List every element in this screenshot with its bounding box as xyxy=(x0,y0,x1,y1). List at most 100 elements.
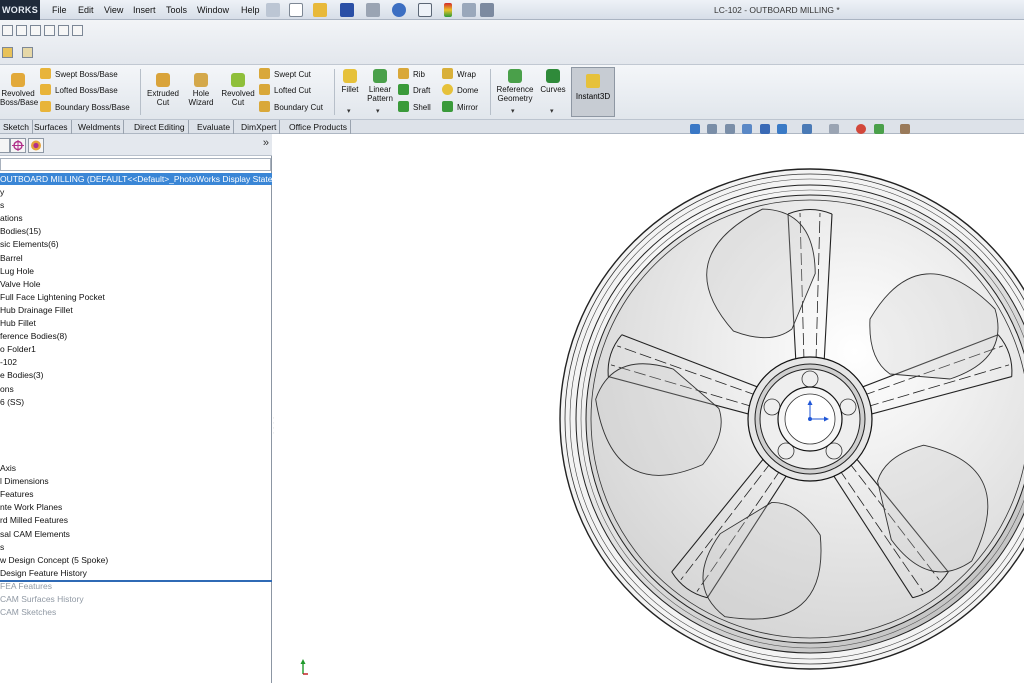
hole-wizard-button[interactable]: Hole Wizard xyxy=(184,73,218,107)
revolved-boss-button[interactable]: Revolved Boss/Base xyxy=(0,73,38,107)
tree-item[interactable]: ations xyxy=(0,212,23,225)
tree-item[interactable]: Features xyxy=(0,488,34,501)
menu-tools[interactable]: Tools xyxy=(166,0,187,20)
toolbar-icon-8[interactable] xyxy=(22,47,33,58)
toolbar-icon-7[interactable] xyxy=(2,47,13,58)
tree-item[interactable]: sic Elements(6) xyxy=(0,238,59,251)
toolbar-icon-1[interactable] xyxy=(2,25,13,36)
rib-button[interactable]: Rib xyxy=(398,67,425,82)
tree-item[interactable]: Hub Drainage Fillet xyxy=(0,304,73,317)
zoom-area-icon[interactable] xyxy=(725,124,735,134)
view-settings-icon[interactable] xyxy=(900,124,910,134)
config-manager-tab-icon[interactable] xyxy=(10,138,26,153)
tree-item[interactable]: Bodies(15) xyxy=(0,225,41,238)
tree-item[interactable]: Hub Fillet xyxy=(0,317,36,330)
menu-help[interactable]: Help xyxy=(241,0,260,20)
curves-button[interactable]: Curves xyxy=(539,69,567,94)
tree-item[interactable]: ference Bodies(8) xyxy=(0,330,67,343)
menu-edit[interactable]: Edit xyxy=(78,0,94,20)
linear-pattern-button[interactable]: Linear Pattern xyxy=(364,69,396,103)
tree-item[interactable]: rd Milled Features xyxy=(0,514,68,527)
expand-panel-icon[interactable]: » xyxy=(263,137,269,149)
tab-surfaces[interactable]: Surfaces xyxy=(31,120,72,134)
appearance-icon[interactable] xyxy=(856,124,866,134)
toolbar-icon-6[interactable] xyxy=(72,25,83,36)
lofted-boss-button[interactable]: Lofted Boss/Base xyxy=(40,83,118,98)
undo-icon[interactable] xyxy=(392,3,406,17)
tree-root-item[interactable]: OUTBOARD MILLING (DEFAULT<<Default>_Phot… xyxy=(0,173,272,185)
display-style-icon[interactable] xyxy=(802,124,812,134)
tab-evaluate[interactable]: Evaluate xyxy=(194,120,235,134)
boundary-boss-button[interactable]: Boundary Boss/Base xyxy=(40,100,130,115)
swept-cut-button[interactable]: Swept Cut xyxy=(259,67,311,82)
print-icon[interactable] xyxy=(366,3,380,17)
feature-manager-tab-icon[interactable] xyxy=(0,138,10,153)
extruded-cut-button[interactable]: Extruded Cut xyxy=(144,73,182,107)
mirror-button[interactable]: Mirror xyxy=(442,100,478,115)
tree-item[interactable]: Lug Hole xyxy=(0,265,34,278)
open-folder-icon[interactable] xyxy=(313,3,327,17)
tree-item[interactable]: -102 xyxy=(0,356,17,369)
tree-item[interactable]: 6 (SS) xyxy=(0,396,24,409)
fillet-button[interactable]: Fillet xyxy=(338,69,362,94)
instant3d-button[interactable]: Instant3D xyxy=(571,67,615,117)
save-icon[interactable] xyxy=(340,3,354,17)
tab-direct-editing[interactable]: Direct Editing xyxy=(131,120,189,134)
menu-file[interactable]: File xyxy=(52,0,67,20)
tab-office-products[interactable]: Office Products xyxy=(286,120,351,134)
tree-item[interactable]: CAM Sketches xyxy=(0,606,56,619)
swept-boss-button[interactable]: Swept Boss/Base xyxy=(40,67,118,82)
wheel-model[interactable] xyxy=(274,134,1024,683)
toolbar-icon-4[interactable] xyxy=(44,25,55,36)
curves-dropdown-icon[interactable]: ▾ xyxy=(550,107,554,115)
toolbar-icon-2[interactable] xyxy=(16,25,27,36)
menu-view[interactable]: View xyxy=(104,0,123,20)
tree-item[interactable]: nte Work Planes xyxy=(0,501,62,514)
new-document-icon[interactable] xyxy=(289,3,303,17)
select-arrow-icon[interactable] xyxy=(418,3,432,17)
tree-item[interactable]: Barrel xyxy=(0,252,23,265)
graphics-viewport[interactable] xyxy=(274,134,1024,683)
tree-item[interactable]: Full Face Lightening Pocket xyxy=(0,291,105,304)
tree-item[interactable]: l Dimensions xyxy=(0,475,49,488)
linear-pattern-dropdown-icon[interactable]: ▾ xyxy=(376,107,380,115)
zoom-to-fit-icon[interactable] xyxy=(707,124,717,134)
revolved-cut-button[interactable]: Revolved Cut xyxy=(219,73,257,107)
feature-filter-input[interactable] xyxy=(0,158,271,171)
hide-show-icon[interactable] xyxy=(829,124,839,134)
view-orientation-icon[interactable] xyxy=(690,124,700,134)
shell-button[interactable]: Shell xyxy=(398,100,431,115)
options-icon[interactable] xyxy=(462,3,476,17)
tab-weldments[interactable]: Weldments xyxy=(75,120,125,134)
lofted-cut-button[interactable]: Lofted Cut xyxy=(259,83,311,98)
tree-item[interactable]: CAM Surfaces History xyxy=(0,593,84,606)
tree-item[interactable]: o Folder1 xyxy=(0,343,36,356)
wrap-button[interactable]: Wrap xyxy=(442,67,476,82)
previous-view-icon[interactable] xyxy=(742,124,752,134)
traffic-light-icon[interactable] xyxy=(444,3,452,17)
tree-item[interactable]: Design Feature History xyxy=(0,567,87,580)
tree-item[interactable]: Valve Hole xyxy=(0,278,40,291)
tree-item[interactable]: s xyxy=(0,541,4,554)
toolbar-icon-3[interactable] xyxy=(30,25,41,36)
menu-insert[interactable]: Insert xyxy=(133,0,156,20)
rollback-bar[interactable] xyxy=(0,580,272,582)
pin-icon[interactable] xyxy=(266,3,280,17)
view-selector-icon[interactable] xyxy=(777,124,787,134)
boundary-cut-button[interactable]: Boundary Cut xyxy=(259,100,323,115)
tree-item[interactable]: Axis xyxy=(0,462,16,475)
menu-window[interactable]: Window xyxy=(197,0,229,20)
tab-dimxpert[interactable]: DimXpert xyxy=(238,120,281,134)
dome-button[interactable]: Dome xyxy=(442,83,478,98)
tree-item[interactable]: e Bodies(3) xyxy=(0,369,43,382)
draft-button[interactable]: Draft xyxy=(398,83,430,98)
toolbar-icon-5[interactable] xyxy=(58,25,69,36)
scene-icon[interactable] xyxy=(874,124,884,134)
fillet-dropdown-icon[interactable]: ▾ xyxy=(347,107,351,115)
display-manager-tab-icon[interactable] xyxy=(28,138,44,153)
reference-geometry-dropdown-icon[interactable]: ▾ xyxy=(511,107,515,115)
tree-item[interactable]: sal CAM Elements xyxy=(0,528,70,541)
tab-sketch[interactable]: Sketch xyxy=(0,120,33,134)
tree-item[interactable]: w Design Concept (5 Spoke) xyxy=(0,554,108,567)
tree-item[interactable]: ons xyxy=(0,383,14,396)
